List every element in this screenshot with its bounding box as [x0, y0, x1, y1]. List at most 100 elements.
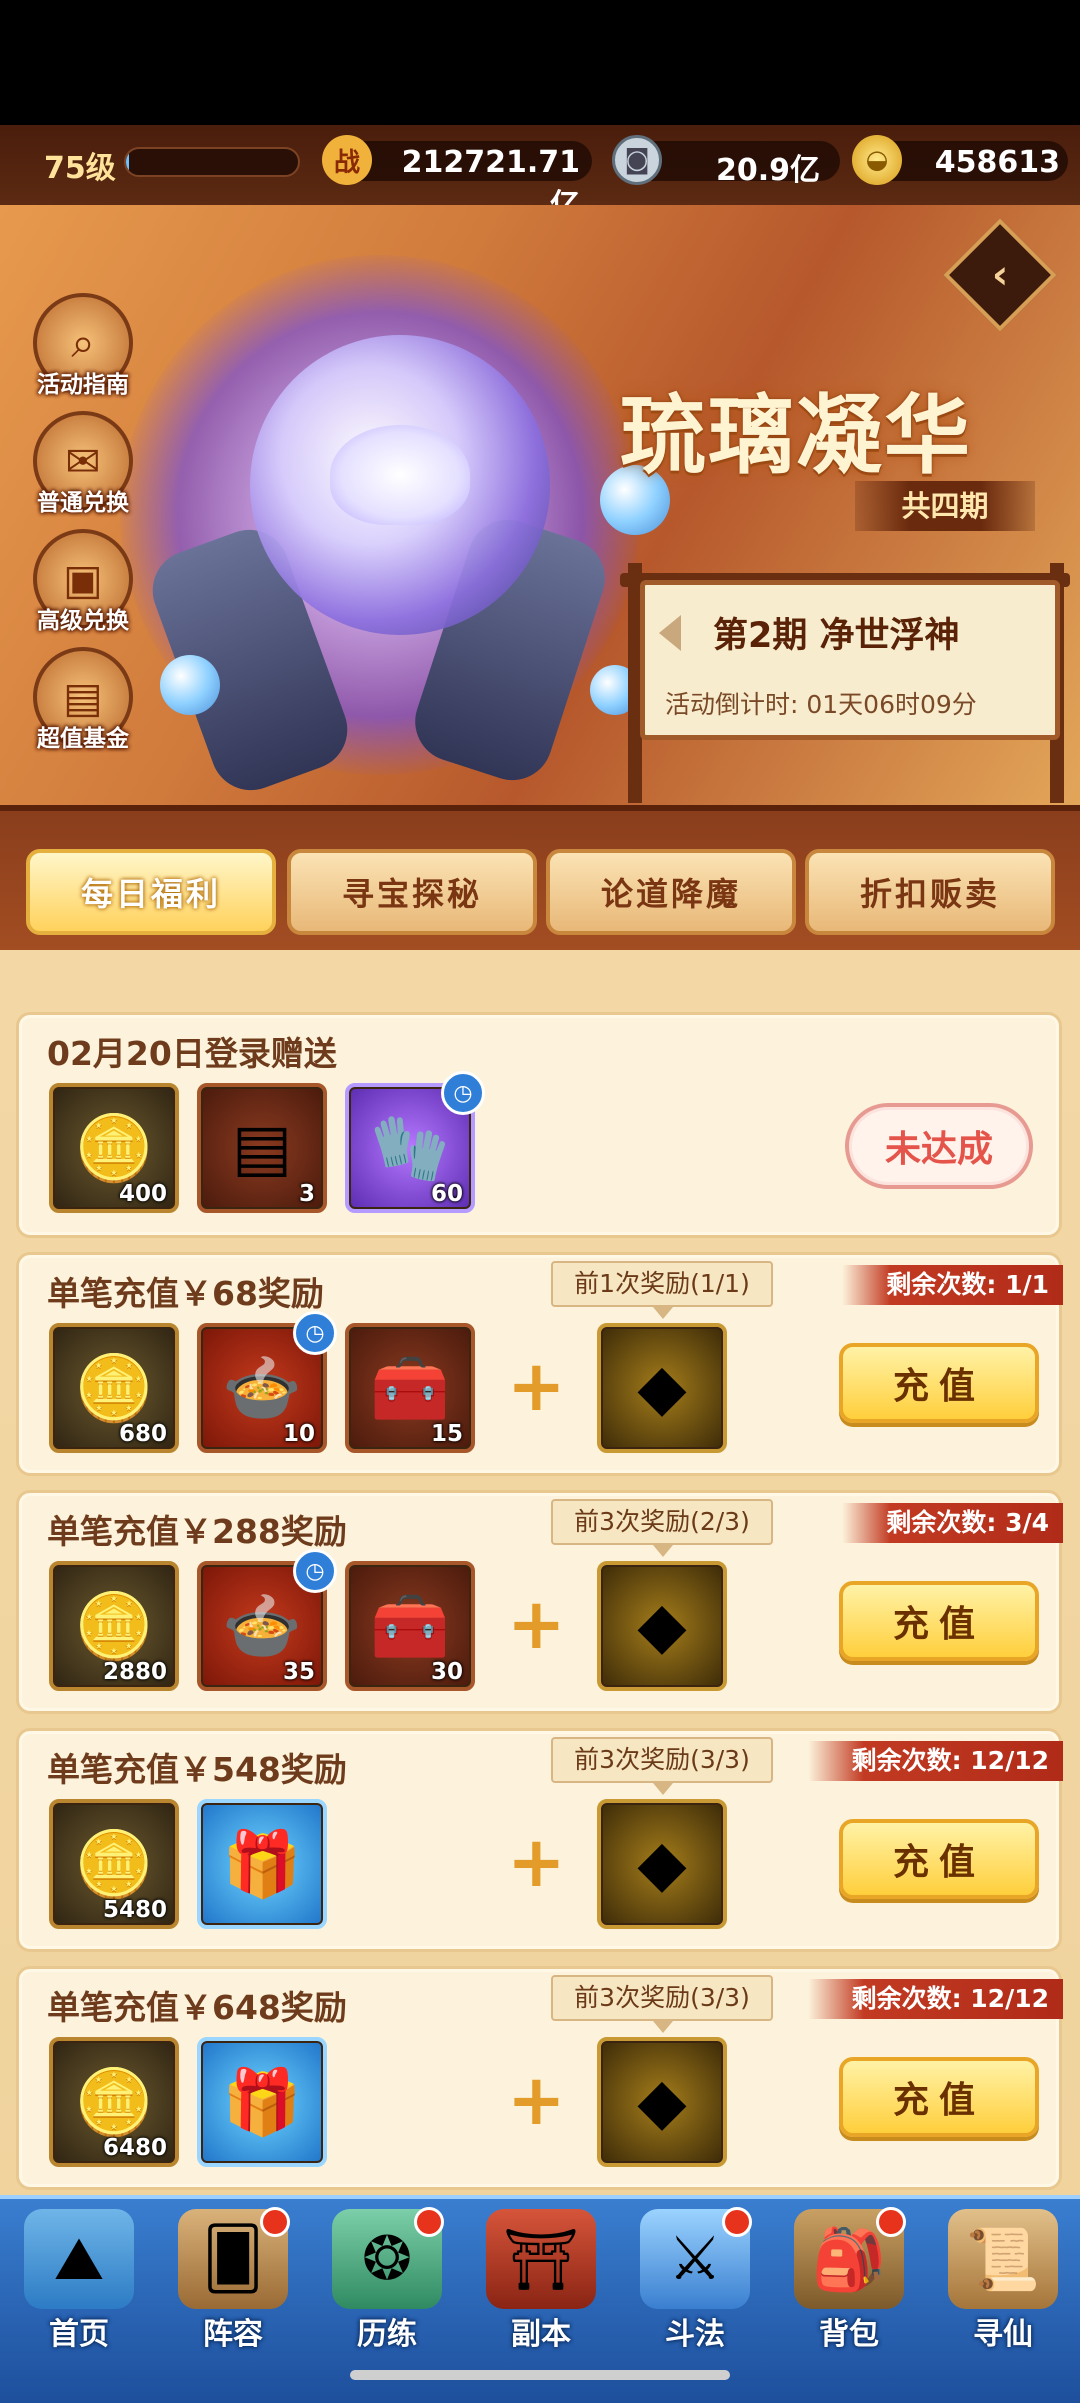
nav-training[interactable]: ❂ 历练: [310, 2199, 464, 2352]
golden-chest-icon: ◆: [637, 1827, 687, 1901]
value-fund-button[interactable]: ▤ 超值基金: [28, 647, 140, 759]
copper-coin-icon: ◙: [612, 135, 662, 185]
not-reached-button[interactable]: 未达成: [845, 1103, 1033, 1189]
bonus-label: 前3次奖励(3/3): [551, 1737, 773, 1795]
plus-icon: +: [507, 1583, 566, 1665]
bonus-chest[interactable]: ◆: [597, 1799, 727, 1929]
nav-home[interactable]: ⛰ 首页: [2, 2199, 156, 2352]
golden-chest-icon: ◆: [637, 1589, 687, 1663]
card-title: 02月20日登录赠送: [47, 1034, 337, 1073]
reward-item[interactable]: ▤ 3: [197, 1083, 327, 1213]
nav-lineup[interactable]: 🂠 阵容: [156, 2199, 310, 2352]
nav-label: 副本: [511, 2317, 571, 2352]
status-bar: [0, 0, 1080, 125]
card-title: 单笔充值￥288奖励: [47, 1512, 347, 1551]
nav-label: 历练: [357, 2317, 417, 2352]
reward-item[interactable]: 🧰 30: [345, 1561, 475, 1691]
reward-item[interactable]: 🪙 2880: [49, 1561, 179, 1691]
event-title: 琉璃凝华: [620, 385, 972, 486]
back-button[interactable]: ‹: [943, 218, 1057, 332]
item-quantity: 680: [118, 1421, 167, 1447]
gold-ingot-icon: 🪙: [74, 1111, 154, 1186]
nav-dungeon[interactable]: ⛩ 副本: [464, 2199, 618, 2352]
exp-bar: [124, 147, 300, 177]
card-title: 单笔充值￥548奖励: [47, 1750, 347, 1789]
recharge-button[interactable]: 充值: [839, 1581, 1039, 1661]
treasure-chest-icon: 🧰: [370, 1589, 450, 1664]
reward-list[interactable]: 02月20日登录赠送 🪙 400 ▤ 3 🧤 ◷ 60 未达成 单笔充值￥68奖…: [0, 950, 1080, 2195]
golden-chest-icon: ◆: [637, 2065, 687, 2139]
card-title: 单笔充值￥648奖励: [47, 1988, 347, 2027]
player-level: 75级: [44, 151, 116, 186]
reward-item[interactable]: 🎁: [197, 2037, 327, 2167]
nav-label: 背包: [819, 2317, 879, 2352]
reward-item[interactable]: 🪙 5480: [49, 1799, 179, 1929]
hotpot-icon: 🍲: [222, 1351, 302, 1426]
tab-discount-sale[interactable]: 折扣贩卖: [805, 849, 1055, 935]
bonus-chest[interactable]: ◆: [597, 2037, 727, 2167]
nav-duel[interactable]: ⚔ 斗法: [618, 2199, 772, 2352]
back-arrow-icon: ‹: [991, 251, 1009, 298]
bonus-chest[interactable]: ◆: [597, 1561, 727, 1691]
card-title: 单笔充值￥68奖励: [47, 1274, 324, 1313]
side-button-label: 高级兑换: [37, 608, 129, 634]
bonus-chest[interactable]: ◆: [597, 1323, 727, 1453]
nav-seek-immortal[interactable]: 📜 寻仙: [926, 2199, 1080, 2352]
nav-backpack[interactable]: 🎒 背包: [772, 2199, 926, 2352]
home-indicator[interactable]: [350, 2370, 730, 2380]
tab-dao-demon[interactable]: 论道降魔: [546, 849, 796, 935]
recharge-button[interactable]: 充值: [839, 1343, 1039, 1423]
reward-item[interactable]: 🧰 15: [345, 1323, 475, 1453]
reward-item[interactable]: 🪙 6480: [49, 2037, 179, 2167]
item-quantity: 3: [298, 1181, 315, 1207]
advanced-exchange-button[interactable]: ▣ 高级兑换: [28, 529, 140, 641]
reward-item[interactable]: 🪙 680: [49, 1323, 179, 1453]
event-banner: ⌕ 活动指南 ✉ 普通兑换 ▣ 高级兑换 ▤ 超值基金 ‹ 琉璃凝华 共四期 第…: [0, 205, 1080, 805]
resource-bar: 75级 战 212721.71亿 ◙ 20.9亿 ◒ 458613: [0, 125, 1080, 223]
item-quantity: 30: [430, 1659, 463, 1685]
reward-item[interactable]: 🍲 ◷ 10: [197, 1311, 337, 1453]
tab-treasure-hunt[interactable]: 寻宝探秘: [287, 849, 537, 935]
plus-icon: +: [507, 1345, 566, 1427]
period-name: 第2期 净世浮神: [713, 616, 960, 656]
reward-item[interactable]: 🧤 ◷ 60: [345, 1071, 485, 1213]
bonus-label: 前3次奖励(2/3): [551, 1499, 773, 1557]
water-bubble: [160, 655, 220, 715]
recharge-card-548: 单笔充值￥548奖励 剩余次数: 12/12 🪙 5480 🎁 + 前3次奖励(…: [16, 1728, 1063, 1952]
item-quantity: 400: [118, 1181, 167, 1207]
reward-item[interactable]: 🎁: [197, 1799, 327, 1929]
normal-exchange-button[interactable]: ✉ 普通兑换: [28, 411, 140, 523]
gold-ingot-icon: 🪙: [74, 1589, 154, 1664]
clock-icon: ◷: [293, 1549, 337, 1593]
recharge-button[interactable]: 充值: [839, 1819, 1039, 1899]
recharge-card-648: 单笔充值￥648奖励 剩余次数: 12/12 🪙 6480 🎁 + 前3次奖励(…: [16, 1966, 1063, 2190]
tab-bar: 每日福利 寻宝探秘 论道降魔 折扣贩卖: [0, 805, 1080, 950]
scroll-icon: 📜: [948, 2209, 1058, 2309]
item-quantity: 2880: [102, 1659, 167, 1685]
notification-dot: [722, 2207, 752, 2237]
clock-icon: ◷: [441, 1071, 485, 1115]
reward-item[interactable]: 🍲 ◷ 35: [197, 1549, 337, 1691]
item-quantity: 5480: [102, 1897, 167, 1923]
lotus-icon: [330, 425, 470, 525]
guide-button[interactable]: ⌕ 活动指南: [28, 293, 140, 405]
item-quantity: 6480: [102, 2135, 167, 2161]
remaining-count: 剩余次数: 1/1: [842, 1265, 1063, 1305]
hotpot-icon: 🍲: [222, 1589, 302, 1664]
plus-icon: +: [507, 1821, 566, 1903]
tab-daily-welfare[interactable]: 每日福利: [26, 849, 276, 935]
notification-dot: [414, 2207, 444, 2237]
login-reward-card: 02月20日登录赠送 🪙 400 ▤ 3 🧤 ◷ 60 未达成: [16, 1012, 1062, 1238]
reward-item[interactable]: 🪙 400: [49, 1083, 179, 1213]
nav-label: 首页: [49, 2317, 109, 2352]
side-button-label: 活动指南: [37, 372, 129, 398]
countdown-text: 活动倒计时: 01天06时09分: [665, 690, 977, 719]
blue-gift-box-icon: 🎁: [222, 2065, 302, 2140]
power-icon: 战: [322, 135, 372, 185]
remaining-count: 剩余次数: 3/4: [842, 1503, 1063, 1543]
recharge-button[interactable]: 充值: [839, 2057, 1039, 2137]
game-screen: 75级 战 212721.71亿 ◙ 20.9亿 ◒ 458613 ⌕ 活动指南…: [0, 0, 1080, 2403]
event-subtitle: 共四期: [855, 481, 1035, 531]
notification-dot: [260, 2207, 290, 2237]
previous-period-arrow-icon[interactable]: [659, 615, 681, 651]
